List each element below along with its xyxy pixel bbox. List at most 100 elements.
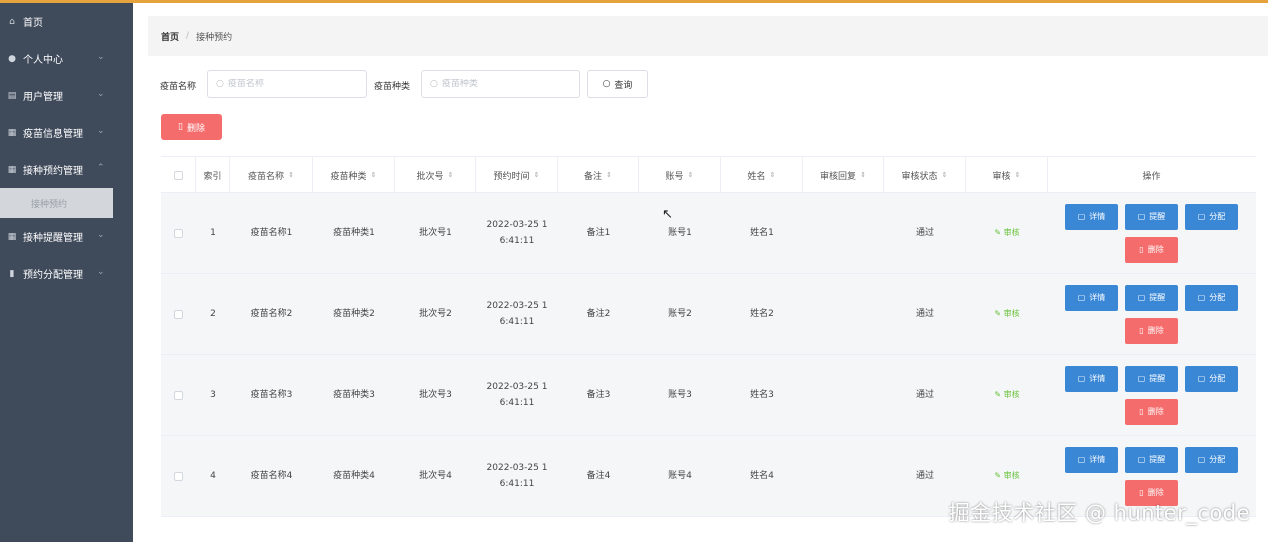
sidebar-item-allocation-management[interactable]: ▮ 预约分配管理 ⌄ [0, 255, 133, 292]
column-header[interactable]: 账号 ⇕ [639, 157, 721, 193]
detail-button[interactable]: ▢ 详情 [1065, 446, 1118, 473]
detail-label: 详情 [1089, 454, 1106, 464]
table-cell: 批次号1 [395, 193, 476, 273]
assign-button[interactable]: ▢ 分配 [1185, 446, 1238, 473]
row-checkbox[interactable] [174, 471, 183, 481]
row-checkbox[interactable] [174, 228, 183, 238]
table-cell: 姓名4 [721, 436, 803, 516]
table-cell: ✎ 审核 [966, 274, 1048, 354]
cell-note: 备注2 [586, 309, 611, 319]
row-checkbox[interactable] [174, 309, 183, 319]
sort-icon[interactable]: ⇕ [1015, 171, 1021, 179]
document-icon: ▢ [1077, 454, 1086, 464]
sidebar-subitem-appointment[interactable]: 接种预约 [0, 188, 113, 218]
query-button[interactable]: ○ 查询 [587, 70, 648, 98]
vaccine-name-field[interactable]: ○ [207, 70, 367, 98]
chevron-down-icon: ⌄ [97, 52, 105, 62]
column-header[interactable]: 预约时间 ⇕ [476, 157, 558, 193]
audit-link[interactable]: ✎ 审核 [994, 387, 1019, 403]
cell-account: 账号3 [668, 390, 692, 400]
sidebar-item-user-management[interactable]: ▤ 用户管理 ⌄ [0, 77, 133, 114]
vaccine-type-field[interactable]: ○ [421, 70, 580, 98]
select-all-checkbox[interactable] [173, 170, 183, 180]
cell-account: 账号2 [668, 309, 692, 319]
cell-account: 账号1 [668, 228, 692, 238]
sidebar-item-appointment-management[interactable]: ▦ 接种预约管理 ⌃ [0, 151, 133, 188]
select-all-cell [161, 157, 196, 193]
remind-button[interactable]: ▢ 提醒 [1125, 203, 1178, 230]
sort-icon[interactable]: ⇕ [860, 171, 866, 179]
chevron-down-icon: ⌄ [97, 230, 105, 240]
search-icon: ○ [216, 79, 224, 89]
column-header[interactable]: 审核回复 ⇕ [803, 157, 884, 193]
appointment-table: 索引 疫苗名称 ⇕ 疫苗种类 ⇕ 批次号 ⇕ 预约时间 ⇕ 备注 ⇕ 账号 ⇕ 姓名 ⇕ 审核… [161, 156, 1256, 542]
column-header[interactable]: 姓名 ⇕ [721, 157, 803, 193]
remind-button[interactable]: ▢ 提醒 [1125, 284, 1178, 311]
cell-appointment-time: 2022-03-25 1 6:41:11 [487, 379, 548, 411]
remind-button[interactable]: ▢ 提醒 [1125, 365, 1178, 392]
row-checkbox[interactable] [174, 390, 183, 400]
cell-index: 4 [210, 471, 216, 481]
edit-icon: ✎ [994, 228, 1004, 237]
cell-note: 备注1 [586, 228, 611, 238]
detail-button[interactable]: ▢ 详情 [1065, 365, 1118, 392]
sort-icon[interactable]: ⇕ [288, 171, 294, 179]
column-header[interactable]: 批次号 ⇕ [395, 157, 476, 193]
sidebar-item-reminder-management[interactable]: ▦ 接种提醒管理 ⌄ [0, 218, 133, 255]
cell-appointment-time: 2022-03-25 1 6:41:11 [487, 217, 548, 249]
row-delete-button[interactable]: ▯ 删除 [1125, 236, 1178, 263]
time-line: 6:41:11 [499, 479, 535, 489]
row-delete-button[interactable]: ▯ 删除 [1125, 317, 1178, 344]
detail-label: 详情 [1089, 211, 1106, 221]
assign-label: 分配 [1209, 373, 1226, 383]
assign-button[interactable]: ▢ 分配 [1185, 203, 1238, 230]
column-header[interactable]: 审核状态 ⇕ [884, 157, 966, 193]
watermark: 掘金技术社区 @ hunter_code [948, 501, 1250, 525]
table-cell: ✎ 审核 [966, 193, 1048, 273]
edit-icon: ✎ [994, 309, 1004, 318]
audit-link[interactable]: ✎ 审核 [994, 306, 1019, 322]
audit-link[interactable]: ✎ 审核 [994, 468, 1019, 484]
table-header: 索引 疫苗名称 ⇕ 疫苗种类 ⇕ 批次号 ⇕ 预约时间 ⇕ 备注 ⇕ 账号 ⇕ 姓名 ⇕ 审核… [161, 156, 1256, 193]
sort-icon[interactable]: ⇕ [942, 171, 948, 179]
bar-chart-icon: ▮ [9, 268, 15, 279]
table-cell: 姓名3 [721, 355, 803, 435]
assign-button[interactable]: ▢ 分配 [1185, 284, 1238, 311]
breadcrumb-separator: / [186, 31, 190, 41]
breadcrumb-home[interactable]: 首页 [161, 30, 179, 43]
sort-icon[interactable]: ⇕ [371, 171, 377, 179]
time-line: 6:41:11 [499, 398, 535, 408]
column-header[interactable]: 审核 ⇕ [966, 157, 1048, 193]
vaccine-name-label: 疫苗名称 [160, 82, 197, 92]
remind-label: 提醒 [1149, 292, 1166, 302]
document-icon: ▢ [1137, 454, 1146, 464]
assign-button[interactable]: ▢ 分配 [1185, 365, 1238, 392]
row-delete-button[interactable]: ▯ 删除 [1125, 398, 1178, 425]
breadcrumb-current: 接种预约 [196, 32, 233, 43]
sidebar-item-personal-center[interactable]: ● 个人中心 ⌄ [0, 40, 133, 77]
table-cell: 备注3 [558, 355, 639, 435]
table-cell: 疫苗种类2 [313, 274, 395, 354]
chevron-up-icon: ⌃ [97, 163, 105, 173]
sort-icon[interactable]: ⇕ [688, 171, 694, 179]
column-header[interactable]: 疫苗名称 ⇕ [230, 157, 313, 193]
sort-icon[interactable]: ⇕ [534, 171, 540, 179]
sort-icon[interactable]: ⇕ [770, 171, 776, 179]
sidebar-item-home[interactable]: ⌂ 首页 [0, 3, 133, 40]
sort-icon[interactable]: ⇕ [606, 171, 612, 179]
detail-button[interactable]: ▢ 详情 [1065, 203, 1118, 230]
batch-delete-button[interactable]: ▯ 删除 [161, 114, 222, 140]
sort-icon[interactable]: ⇕ [448, 171, 454, 179]
column-header[interactable]: 备注 ⇕ [558, 157, 639, 193]
remind-button[interactable]: ▢ 提醒 [1125, 446, 1178, 473]
column-header[interactable]: 疫苗种类 ⇕ [313, 157, 395, 193]
cell-person-name: 姓名2 [750, 309, 774, 319]
sidebar-item-vaccine-info[interactable]: ▦ 疫苗信息管理 ⌄ [0, 114, 133, 151]
user-icon: ● [8, 53, 16, 64]
table-row: 3 疫苗名称3 疫苗种类3 批次号3 2022-03-25 1 6:41:11 备注3 账号3… [161, 355, 1256, 436]
audit-link[interactable]: ✎ 审核 [994, 225, 1019, 241]
sidebar-item-label: 接种提醒管理 [23, 233, 83, 244]
vaccine-name-input[interactable] [227, 79, 338, 89]
vaccine-type-input[interactable] [441, 79, 552, 89]
detail-button[interactable]: ▢ 详情 [1065, 284, 1118, 311]
